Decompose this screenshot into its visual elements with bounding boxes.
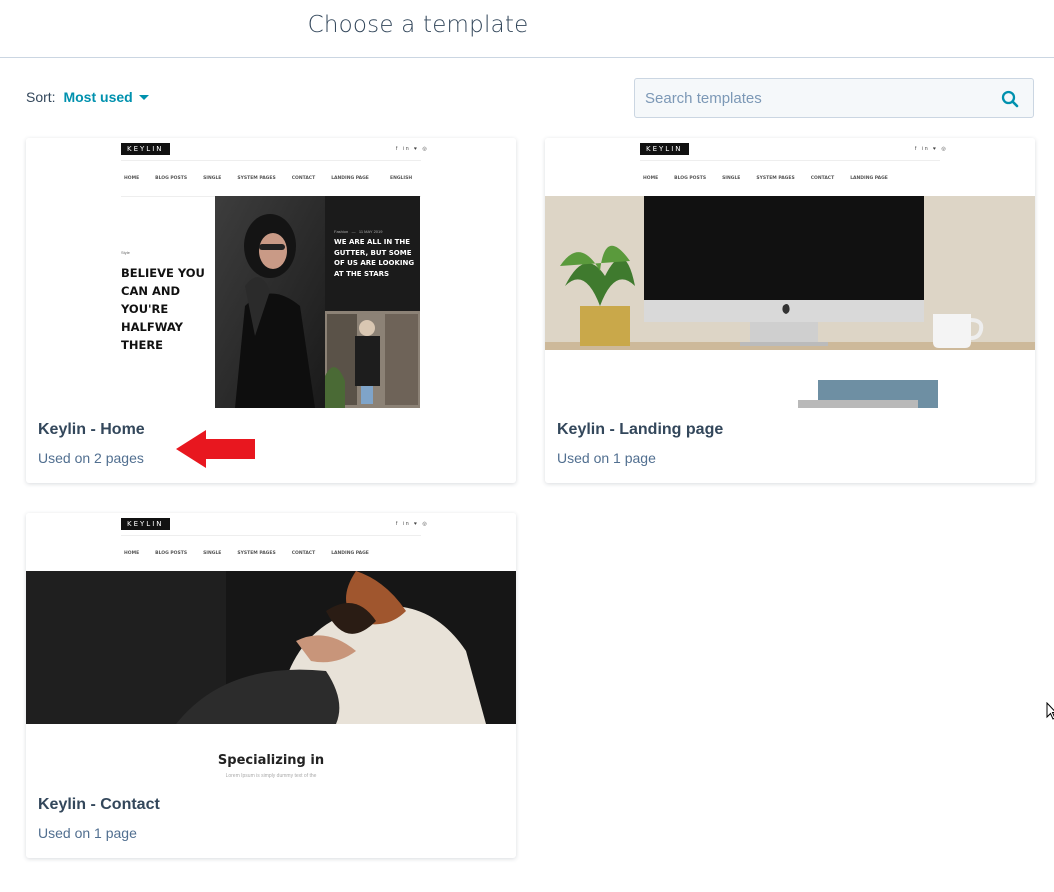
nav-blog: BLOG POSTS <box>155 551 188 556</box>
template-preview-landing[interactable]: KEYLIN f in ♥ ◎ HOME BLOG POSTS SINGLE SYST… <box>545 138 1035 408</box>
template-usage: Used on 2 pages <box>38 450 144 466</box>
preview-tag: Style <box>121 250 130 255</box>
template-name[interactable]: Keylin - Contact <box>38 796 160 814</box>
search-input[interactable] <box>645 79 985 117</box>
preview-headline: BELIEVE YOU CAN AND YOU'RE HALFWAY THERE <box>121 266 205 352</box>
preview-logo: KEYLIN <box>640 143 689 155</box>
template-card-contact[interactable]: KEYLIN f in ♥ ◎ HOME BLOG POSTS SINGLE SYST… <box>26 513 516 858</box>
preview-logo: KEYLIN <box>121 518 170 530</box>
nav-home: HOME <box>124 176 140 181</box>
nav-system: SYSTEM PAGES <box>756 176 795 181</box>
nav-home: HOME <box>643 176 659 181</box>
nav-landing: LANDING PAGE <box>331 176 369 181</box>
nav-contact: CONTACT <box>291 551 316 556</box>
red-arrow-annotation <box>176 430 255 468</box>
preview-heading: Specializing in <box>217 753 325 768</box>
sort-label: Sort: <box>26 89 56 105</box>
social-icons: f in ♥ ◎ <box>915 146 948 152</box>
sort-control: Sort: Most used <box>26 89 149 105</box>
nav-home: HOME <box>124 551 140 556</box>
search-icon[interactable] <box>1001 90 1019 108</box>
template-card-landing[interactable]: KEYLIN f in ♥ ◎ HOME BLOG POSTS SINGLE SYST… <box>545 138 1035 483</box>
preview-lang: ENGLISH <box>390 176 413 181</box>
preview-desk-photo <box>545 196 1035 408</box>
preview-fashion-photo <box>215 196 420 408</box>
preview-subtext: Lorem Ipsum is simply dummy text of the <box>225 773 317 779</box>
nav-contact: CONTACT <box>291 176 316 181</box>
nav-blog: BLOG POSTS <box>155 176 188 181</box>
divider <box>121 160 421 161</box>
template-usage: Used on 1 page <box>38 825 137 841</box>
preview-couple-photo <box>26 571 516 724</box>
social-icons: f in ♥ ◎ <box>396 521 429 527</box>
template-preview-home[interactable]: KEYLIN f in ♥ ◎ HOME BLOG POSTS SINGLE SYST… <box>26 138 516 408</box>
mouse-cursor-icon <box>1046 702 1054 720</box>
page-header: Choose a template <box>0 0 1054 58</box>
preview-nav: HOME BLOG POSTS SINGLE SYSTEM PAGES CONTACT L… <box>643 176 904 181</box>
nav-landing: LANDING PAGE <box>850 176 888 181</box>
divider <box>121 535 421 536</box>
nav-landing: LANDING PAGE <box>331 551 369 556</box>
nav-single: SINGLE <box>203 176 222 181</box>
sort-value[interactable]: Most used <box>63 89 132 105</box>
preview-meta: Fashion — 11 MAY 2019 <box>334 229 383 234</box>
template-usage: Used on 1 page <box>557 450 656 466</box>
preview-nav: HOME BLOG POSTS SINGLE SYSTEM PAGES CONTACT L… <box>124 551 385 556</box>
preview-nav: HOME BLOG POSTS SINGLE SYSTEM PAGES CONTACT L… <box>124 176 385 181</box>
template-preview-contact[interactable]: KEYLIN f in ♥ ◎ HOME BLOG POSTS SINGLE SYST… <box>26 513 516 783</box>
template-card-home[interactable]: KEYLIN f in ♥ ◎ HOME BLOG POSTS SINGLE SYST… <box>26 138 516 483</box>
divider <box>640 160 940 161</box>
nav-contact: CONTACT <box>810 176 835 181</box>
nav-system: SYSTEM PAGES <box>237 551 276 556</box>
meta-date: 11 MAY 2019 <box>358 229 383 234</box>
template-name[interactable]: Keylin - Landing page <box>557 421 723 439</box>
social-icons: f in ♥ ◎ <box>396 146 429 152</box>
nav-single: SINGLE <box>722 176 741 181</box>
page-title: Choose a template <box>307 12 529 38</box>
meta-category: Fashion <box>334 229 349 234</box>
nav-single: SINGLE <box>203 551 222 556</box>
nav-system: SYSTEM PAGES <box>237 176 276 181</box>
template-name[interactable]: Keylin - Home <box>38 421 145 439</box>
search-box[interactable] <box>634 78 1034 118</box>
sort-dropdown[interactable]: Most used <box>63 89 149 105</box>
preview-quote: WE ARE ALL IN THE GUTTER, BUT SOME OF US… <box>334 238 415 278</box>
preview-logo: KEYLIN <box>121 143 170 155</box>
nav-blog: BLOG POSTS <box>674 176 707 181</box>
caret-down-icon[interactable] <box>138 95 149 100</box>
